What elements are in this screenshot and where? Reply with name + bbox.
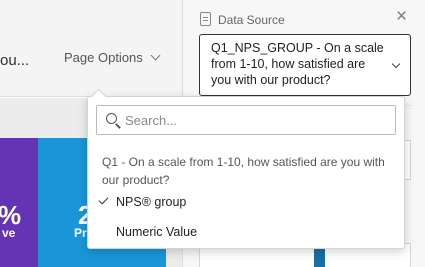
option-label: Numeric Value <box>116 225 198 239</box>
page-options-button[interactable]: Page Options <box>64 50 161 65</box>
close-icon[interactable]: × <box>396 7 407 26</box>
search-field[interactable] <box>96 105 396 135</box>
page-title: ou... <box>0 52 30 69</box>
search-icon <box>106 113 117 124</box>
clipboard-icon <box>200 12 211 26</box>
chevron-down-icon <box>391 59 401 69</box>
option-numeric-value[interactable]: Numeric Value <box>88 220 404 248</box>
report-header: ou... Page Options <box>0 0 182 97</box>
check-icon <box>98 194 109 205</box>
chevron-down-icon <box>150 50 161 61</box>
app-stage: ou... Page Options % ve 2 Pr Data Source… <box>0 0 425 267</box>
option-label: NPS® group <box>116 195 187 209</box>
data-source-value: Q1_NPS_GROUP - On a scale from 1-10, how… <box>211 41 384 87</box>
tile-label: ve <box>2 226 16 240</box>
data-source-dropdown: Q1 - On a scale from 1-10, how satisfied… <box>87 96 405 249</box>
page-options-label: Page Options <box>64 50 143 65</box>
data-source-label: Data Source <box>218 13 285 27</box>
option-group-header: Q1 - On a scale from 1-10, how satisfied… <box>102 155 385 187</box>
search-input[interactable] <box>125 110 387 130</box>
option-nps-group[interactable]: NPS® group <box>88 190 404 218</box>
data-source-select[interactable]: Q1_NPS_GROUP - On a scale from 1-10, how… <box>199 34 411 96</box>
tile-label: Pr <box>74 226 87 240</box>
